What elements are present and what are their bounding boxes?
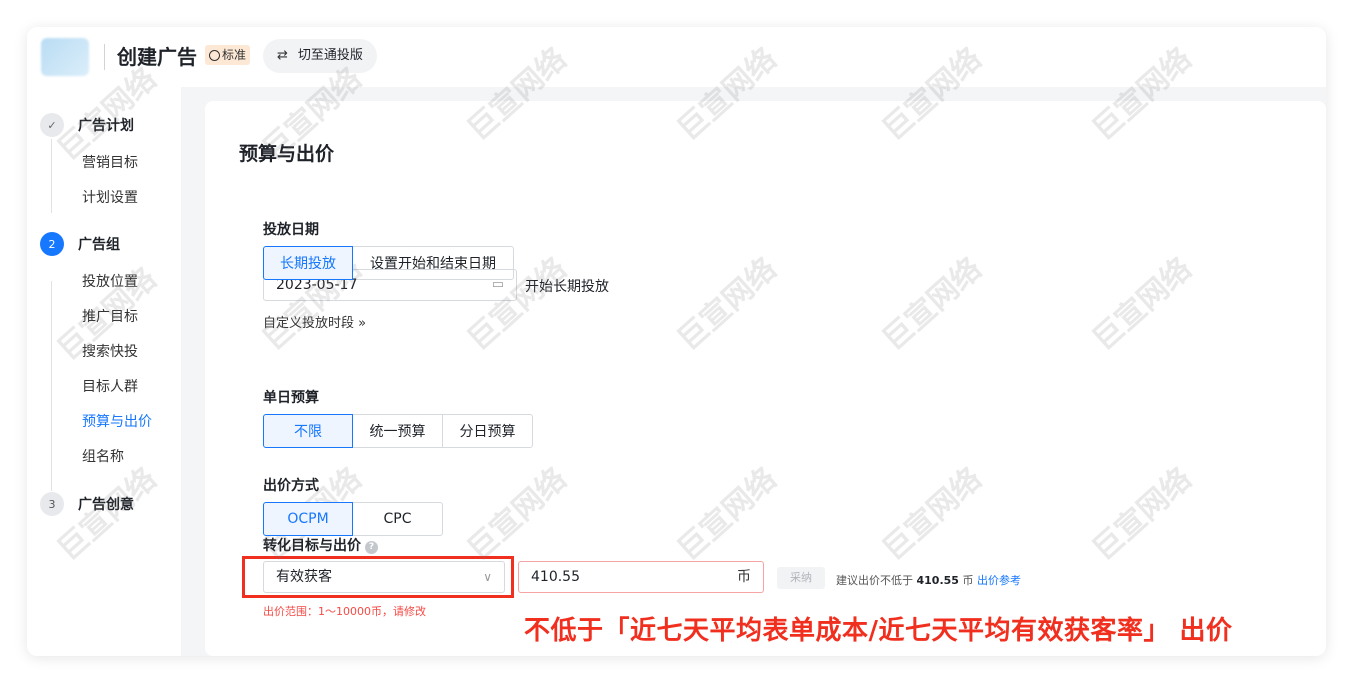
suggest-value: 410.55 <box>916 574 959 587</box>
bid-reference-link[interactable]: 出价参考 <box>977 574 1021 587</box>
step-sidebar: ✓ 广告计划 营销目标 计划设置 2 广告组 投放位置 推广目标 搜索快投 目标… <box>27 87 181 656</box>
sidebar-item-plan-settings[interactable]: 计划设置 <box>82 187 138 207</box>
suggest-unit: 币 <box>962 574 974 587</box>
switch-edition-button[interactable]: ⇄ 切至通投版 <box>263 39 377 73</box>
bid-unit: 币 <box>737 569 751 585</box>
target-icon <box>209 49 220 61</box>
bid-method-segmented: OCPM CPC <box>263 502 443 536</box>
step-ad-creative[interactable]: 3 广告创意 <box>40 492 134 516</box>
conversion-label-text: 转化目标与出价 <box>263 538 361 554</box>
header-divider <box>104 44 105 70</box>
budget-option-unlimited[interactable]: 不限 <box>263 414 353 448</box>
schedule-label: 投放日期 <box>263 222 319 238</box>
step-label: 广告计划 <box>78 118 134 134</box>
app-window: 创建广告 标准 ⇄ 切至通投版 ✓ 广告计划 营销目标 计划设置 2 广告组 投… <box>27 27 1326 656</box>
page-title: 创建广告 <box>117 45 197 69</box>
help-icon[interactable]: ? <box>365 541 378 554</box>
step-label: 广告组 <box>78 237 120 253</box>
step-label: 广告创意 <box>78 497 134 513</box>
conversion-label: 转化目标与出价? <box>263 535 378 555</box>
annotation-highlight-box <box>242 556 514 598</box>
bid-option-cpc[interactable]: CPC <box>352 502 443 536</box>
step-circle-active: 2 <box>40 232 64 256</box>
sidebar-item-group-name[interactable]: 组名称 <box>82 446 124 466</box>
adopt-button[interactable]: 采纳 <box>777 567 825 589</box>
section-title: 预算与出价 <box>239 143 335 165</box>
custom-schedule-link[interactable]: 自定义投放时段 » <box>263 312 366 331</box>
annotation-text: 不低于「近七天平均表单成本/近七天平均有效获客率」 出价 <box>524 616 1233 646</box>
start-date-note: 开始长期投放 <box>525 279 609 295</box>
sidebar-item-search-boost[interactable]: 搜索快投 <box>82 341 138 361</box>
suggest-prefix: 建议出价不低于 <box>836 574 913 587</box>
sidebar-item-promotion-target[interactable]: 推广目标 <box>82 306 138 326</box>
budget-option-daily[interactable]: 分日预算 <box>442 414 533 448</box>
step-connector <box>51 139 52 213</box>
bid-option-ocpm[interactable]: OCPM <box>263 502 353 536</box>
swap-icon: ⇄ <box>277 48 288 63</box>
edition-badge-label: 标准 <box>222 48 247 62</box>
bid-amount-value: 410.55 <box>531 569 580 585</box>
switch-edition-label: 切至通投版 <box>297 48 363 63</box>
calendar-icon: ▭ <box>491 277 504 292</box>
daily-budget-segmented: 不限 统一预算 分日预算 <box>263 414 533 448</box>
daily-budget-label: 单日预算 <box>263 390 319 406</box>
sidebar-item-marketing-goal[interactable]: 营销目标 <box>82 152 138 172</box>
step-circle-done: ✓ <box>40 113 64 137</box>
budget-option-unified[interactable]: 统一预算 <box>352 414 443 448</box>
step-circle-todo: 3 <box>40 492 64 516</box>
schedule-option-long-term[interactable]: 长期投放 <box>263 246 353 280</box>
step-connector <box>51 281 52 491</box>
bid-method-label: 出价方式 <box>263 478 319 494</box>
edition-badge: 标准 <box>205 45 251 65</box>
app-logo <box>41 38 89 76</box>
top-header: 创建广告 标准 ⇄ 切至通投版 <box>27 27 1326 87</box>
sidebar-item-budget-bid[interactable]: 预算与出价 <box>82 411 152 431</box>
bid-amount-input[interactable]: 410.55 币 <box>518 561 764 593</box>
sidebar-item-audience[interactable]: 目标人群 <box>82 376 138 396</box>
step-ad-group[interactable]: 2 广告组 <box>40 232 120 256</box>
sidebar-item-placement[interactable]: 投放位置 <box>82 271 138 291</box>
bid-suggestion: 建议出价不低于 410.55 币 出价参考 <box>836 572 1021 588</box>
step-ad-plan[interactable]: ✓ 广告计划 <box>40 113 134 137</box>
bid-range-error: 出价范围：1～10000币，请修改 <box>263 605 426 618</box>
